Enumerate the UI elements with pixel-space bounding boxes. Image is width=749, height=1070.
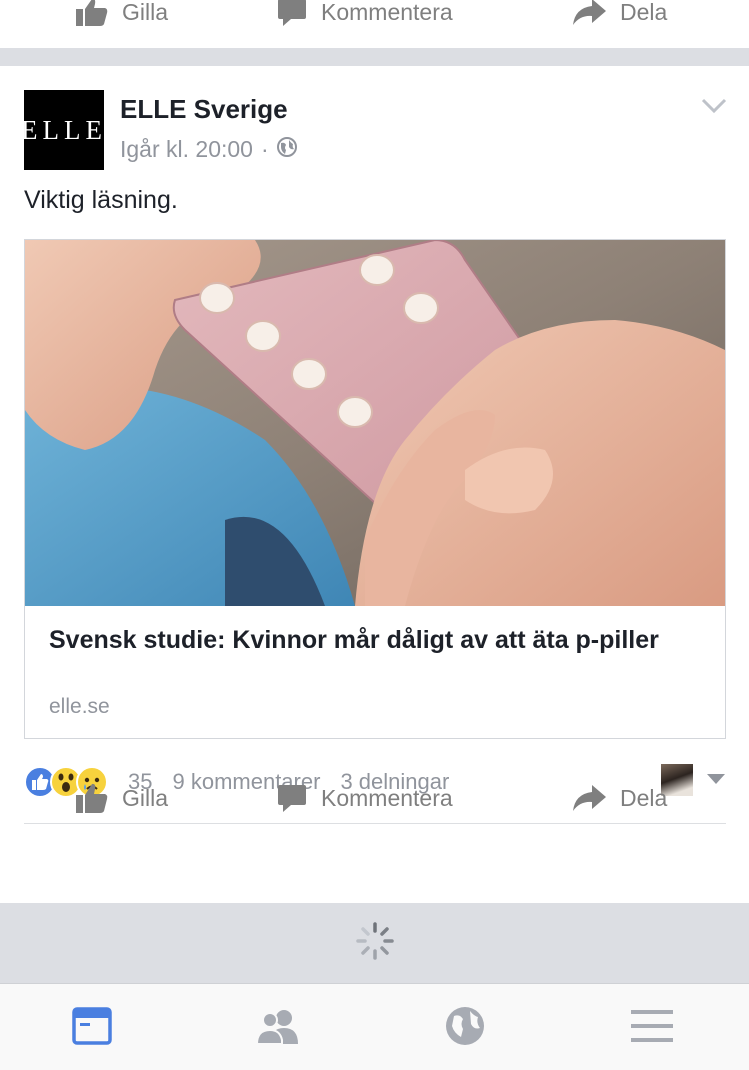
previous-post-action-bar: Gilla Kommentera Dela [0,0,749,40]
comment-button[interactable]: Kommentera [277,0,453,27]
comment-button[interactable]: Kommentera [277,783,453,813]
logo-text: ELLE [21,114,107,145]
comment-icon [277,783,307,813]
public-globe-icon [276,136,297,163]
loading-spinner-icon [355,921,395,966]
link-title[interactable]: Svensk studie: Kvinnor mår dåligt av att… [49,624,699,657]
like-button[interactable]: Gilla [76,0,168,26]
friends-icon [255,1008,300,1049]
comment-label: Kommentera [321,0,453,25]
news-feed-icon [72,1006,112,1050]
globe-icon [445,1006,485,1051]
tab-notifications[interactable] [445,1006,485,1051]
thumbs-up-icon [76,783,108,813]
feed-loading-area [0,903,749,983]
like-label: Gilla [122,784,169,811]
post-timestamp[interactable]: Igår kl. 20:00 [120,136,253,163]
page-avatar-logo[interactable]: ELLE [21,90,107,170]
post-meta: Igår kl. 20:00 · [120,136,297,163]
post-text: Viktig läsning. [24,186,178,214]
like-label: Gilla [122,0,169,25]
share-label: Dela [620,784,668,811]
menu-icon [631,1009,673,1048]
tab-news-feed[interactable] [72,1006,112,1050]
comment-label: Kommentera [321,784,453,811]
link-preview-card[interactable]: Svensk studie: Kvinnor mår dåligt av att… [24,239,726,739]
thumbs-up-icon [76,0,108,26]
like-button[interactable]: Gilla [76,783,168,813]
link-domain: elle.se [49,695,110,718]
bottom-tab-bar [0,983,749,1070]
tab-menu[interactable] [631,1008,673,1048]
share-icon [572,785,606,811]
share-button[interactable]: Dela [572,0,667,26]
tab-friends[interactable] [255,1008,300,1049]
meta-separator: · [260,136,269,162]
comment-icon [277,0,307,27]
feed-divider [0,48,749,66]
share-button[interactable]: Dela [572,785,667,812]
post-action-bar: Gilla Kommentera Dela [0,770,749,826]
share-icon [572,0,606,25]
link-preview-image [25,240,725,606]
page-name-link[interactable]: ELLE Sverige [120,94,288,125]
post-options-chevron-icon[interactable] [701,98,727,119]
share-label: Dela [620,0,668,25]
